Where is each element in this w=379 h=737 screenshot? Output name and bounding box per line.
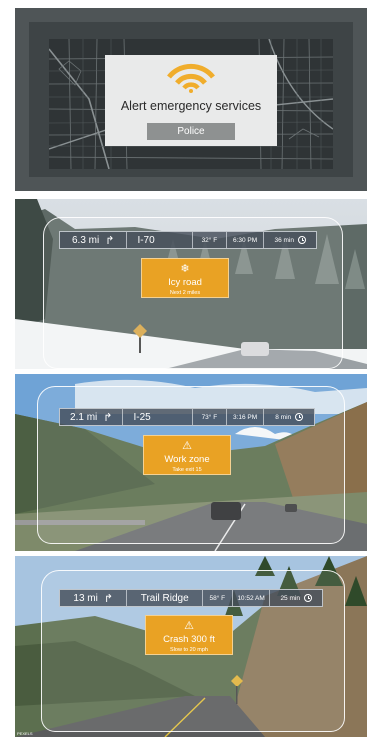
temperature: 58° F	[203, 590, 233, 606]
hud-nav-bar: 2.1 mi ↱ I-25 73° F 3:16 PM 8 min	[59, 408, 315, 426]
hud-nav-bar: 13 mi ↱ Trail Ridge 58° F 10:52 AM 25 min	[59, 589, 323, 607]
distance-value: 6.3 mi	[72, 234, 100, 246]
warning-subtitle: Slow to 20 mph	[170, 647, 208, 653]
warning-title: Crash 300 ft	[163, 634, 215, 645]
temperature: 73° F	[193, 409, 227, 425]
snowflake-icon: ❄	[180, 263, 190, 275]
warning-subtitle: Take exit 15	[172, 467, 202, 473]
turn-right-icon: ↱	[105, 234, 115, 247]
road-name: Trail Ridge	[127, 590, 203, 606]
clock-icon	[295, 413, 304, 421]
warning-title: Work zone	[164, 454, 210, 465]
crash-warning: ⚠ Crash 300 ft Slow to 20 mph	[145, 615, 233, 655]
clock-time: 3:16 PM	[227, 409, 265, 425]
alert-title: Alert emergency services	[120, 99, 262, 113]
turn-right-icon: ↱	[103, 592, 114, 605]
icy-road-warning: ❄ Icy road Next 2 miles	[141, 258, 229, 298]
clock-icon	[303, 594, 312, 602]
warning-triangle-icon: ⚠	[184, 620, 194, 632]
wifi-signal-icon	[167, 63, 215, 93]
clock-time: 6:30 PM	[227, 232, 265, 248]
hud-scene-icy-road: 6.3 mi ↱ I-70 32° F 6:30 PM 36 min ❄ Icy …	[15, 199, 367, 369]
hud-scene-work-zone: 2.1 mi ↱ I-25 73° F 3:16 PM 8 min ⚠ Work …	[15, 374, 367, 551]
distance-value: 13 mi	[73, 592, 98, 604]
temperature: 32° F	[193, 232, 227, 248]
eta-value: 36 min	[274, 236, 294, 244]
photo-credit: PEXELS	[17, 731, 33, 736]
hud-scene-crash: 13 mi ↱ Trail Ridge 58° F 10:52 AM 25 min…	[15, 556, 367, 737]
traffic-cone-icon: ⚠	[182, 440, 192, 452]
work-zone-warning: ⚠ Work zone Take exit 15	[143, 435, 231, 475]
distance-value: 2.1 mi	[70, 411, 98, 423]
eta-value: 25 min	[280, 594, 300, 602]
emergency-alert-card: Alert emergency services Police	[105, 55, 277, 146]
warning-subtitle: Next 2 miles	[169, 290, 201, 296]
road-name: I-25	[123, 409, 193, 425]
clock-icon	[297, 236, 306, 244]
road-name: I-70	[127, 232, 193, 248]
police-button[interactable]: Police	[147, 123, 235, 140]
eta-value: 8 min	[275, 413, 292, 421]
alert-panel: Alert emergency services Police	[15, 8, 367, 191]
clock-time: 10:52 AM	[233, 590, 271, 606]
warning-title: Icy road	[168, 277, 202, 288]
turn-right-icon: ↱	[103, 411, 113, 424]
hud-nav-bar: 6.3 mi ↱ I-70 32° F 6:30 PM 36 min	[59, 231, 317, 249]
